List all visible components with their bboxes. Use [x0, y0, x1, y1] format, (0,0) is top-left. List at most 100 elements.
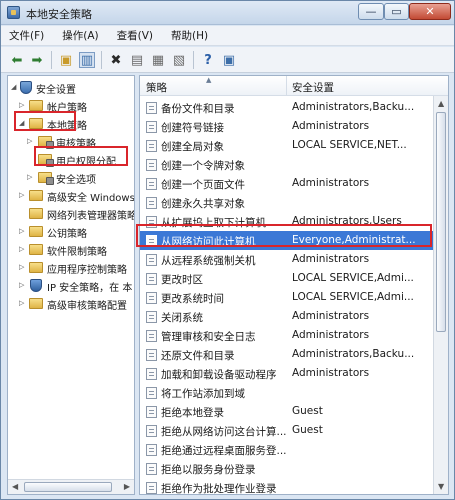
policy-row[interactable]: 关闭系统 Administrators	[140, 307, 448, 326]
ip-security-icon	[30, 279, 42, 292]
scroll-right-arrow-icon[interactable]: ▶	[124, 482, 130, 491]
expand-triangle-icon[interactable]: ▷	[19, 227, 24, 235]
policy-row[interactable]: 更改系统时间 LOCAL SERVICE,Admi...	[140, 288, 448, 307]
policy-row[interactable]: 拒绝以服务身份登录	[140, 459, 448, 478]
collapse-triangle-icon[interactable]: ◢	[11, 83, 16, 91]
scrollbar-thumb[interactable]	[436, 112, 446, 332]
policy-row[interactable]: 拒绝通过远程桌面服务登...	[140, 440, 448, 459]
tree-item-network-list-manager[interactable]: 网络列表管理器策略	[8, 204, 134, 222]
policy-name: 拒绝本地登录	[161, 407, 224, 419]
tree-item-label: 软件限制策略	[47, 247, 107, 258]
delete-icon[interactable]: ✖	[108, 52, 124, 68]
policy-name: 创建全局对象	[161, 141, 224, 153]
policy-row-selected[interactable]: 从网络访问此计算机 Everyone,Administrat...	[140, 231, 448, 250]
column-header-policy[interactable]: 策略	[146, 80, 167, 95]
tree-item-ip-security[interactable]: ▷ IP 安全策略，在 本	[8, 276, 134, 294]
policy-setting: LOCAL SERVICE,Admi...	[292, 272, 414, 284]
column-header-security-setting[interactable]: 安全设置	[292, 80, 334, 95]
title-bar[interactable]: 本地安全策略 — ▭ ✕	[1, 1, 454, 25]
tree-item-audit-policy[interactable]: ▷ 审核策略	[8, 132, 134, 150]
policy-row[interactable]: 从扩展坞上取下计算机 Administrators,Users	[140, 212, 448, 231]
scroll-left-arrow-icon[interactable]: ◀	[12, 482, 18, 491]
up-folder-icon[interactable]: ▣	[58, 52, 74, 68]
back-arrow-icon[interactable]: ⬅	[9, 52, 25, 68]
export-list-icon[interactable]: ▧	[171, 52, 187, 68]
tree-item-security-settings[interactable]: ◢ 安全设置	[8, 78, 134, 96]
policy-row[interactable]: 创建全局对象 LOCAL SERVICE,NET...	[140, 136, 448, 155]
console-icon[interactable]: ▣	[221, 52, 237, 68]
menu-action[interactable]: 操作(A)	[62, 28, 98, 43]
policy-row[interactable]: 管理审核和安全日志 Administrators	[140, 326, 448, 345]
forward-arrow-icon[interactable]: ➡	[29, 52, 45, 68]
expand-triangle-icon[interactable]: ▷	[19, 263, 24, 271]
tree-item-software-restriction[interactable]: ▷ 软件限制策略	[8, 240, 134, 258]
toolbar-separator	[193, 51, 194, 69]
tree-horizontal-scrollbar[interactable]: ◀ ▶	[8, 479, 134, 494]
list-vertical-scrollbar[interactable]: ▲ ▼	[433, 96, 448, 494]
locked-folder-icon	[38, 154, 54, 167]
expand-triangle-icon[interactable]: ▷	[19, 191, 24, 199]
policy-row[interactable]: 拒绝作为批处理作业登录	[140, 478, 448, 494]
policy-row[interactable]: 创建永久共享对象	[140, 193, 448, 212]
policy-icon	[146, 235, 157, 247]
help-icon[interactable]: ?	[200, 52, 216, 68]
policy-name: 更改系统时间	[161, 293, 224, 305]
toolbar: ⬅ ➡ ▣ ▥ ✖ ▤ ▦ ▧ ? ▣	[1, 47, 454, 73]
expand-triangle-icon[interactable]: ▷	[27, 137, 32, 145]
policy-row[interactable]: 创建符号链接 Administrators	[140, 117, 448, 136]
show-tree-icon[interactable]: ▥	[79, 52, 95, 68]
expand-triangle-icon[interactable]: ▷	[19, 281, 24, 289]
policy-name: 创建一个令牌对象	[161, 160, 245, 172]
policy-row[interactable]: 拒绝本地登录 Guest	[140, 402, 448, 421]
expand-triangle-icon[interactable]: ▷	[19, 101, 24, 109]
properties-icon[interactable]: ▤	[129, 52, 145, 68]
tree-item-security-options[interactable]: ▷ 安全选项	[8, 168, 134, 186]
toolbar-separator	[101, 51, 102, 69]
tree-panel: ◢ 安全设置 ▷ 帐户策略 ◢ 本地策略 ▷ 审核策略 用户权限分配 ▷ 安全选…	[7, 75, 135, 495]
policy-icon	[146, 330, 157, 342]
scrollbar-thumb[interactable]	[24, 482, 112, 492]
expand-triangle-icon[interactable]: ▷	[19, 245, 24, 253]
tree-item-label: 高级审核策略配置	[47, 301, 127, 312]
local-security-policy-window: 本地安全策略 — ▭ ✕ 文件(F) 操作(A) 查看(V) 帮助(H) ⬅ ➡…	[0, 0, 455, 500]
policy-row[interactable]: 还原文件和目录 Administrators,Backu...	[140, 345, 448, 364]
maximize-button[interactable]: ▭	[384, 3, 409, 20]
tree-item-account-policy[interactable]: ▷ 帐户策略	[8, 96, 134, 114]
close-button[interactable]: ✕	[409, 3, 451, 20]
column-divider[interactable]	[286, 76, 287, 96]
menu-view[interactable]: 查看(V)	[117, 28, 153, 43]
folder-icon	[29, 208, 43, 219]
menu-help[interactable]: 帮助(H)	[171, 28, 208, 43]
policy-icon	[146, 197, 157, 209]
refresh-icon[interactable]: ▦	[150, 52, 166, 68]
policy-row[interactable]: 从远程系统强制关机 Administrators	[140, 250, 448, 269]
policy-row[interactable]: 更改时区 LOCAL SERVICE,Admi...	[140, 269, 448, 288]
policy-icon	[146, 311, 157, 323]
folder-icon	[29, 262, 43, 273]
menu-file[interactable]: 文件(F)	[9, 28, 44, 43]
policy-row[interactable]: 拒绝从网络访问这台计算... Guest	[140, 421, 448, 440]
tree-item-application-control[interactable]: ▷ 应用程序控制策略	[8, 258, 134, 276]
minimize-button[interactable]: —	[358, 3, 384, 20]
tree-item-advanced-audit[interactable]: ▷ 高级审核策略配置	[8, 294, 134, 312]
collapse-triangle-icon[interactable]: ◢	[19, 119, 24, 127]
tree-item-local-policy[interactable]: ◢ 本地策略	[8, 114, 134, 132]
policy-setting: Administrators,Backu...	[292, 101, 415, 113]
tree-item-windows-firewall[interactable]: ▷ 高级安全 Windows	[8, 186, 134, 204]
policy-row[interactable]: 创建一个令牌对象	[140, 155, 448, 174]
scroll-down-arrow-icon[interactable]: ▼	[438, 482, 444, 491]
policy-name: 拒绝通过远程桌面服务登...	[161, 445, 287, 457]
policy-name: 从远程系统强制关机	[161, 255, 256, 267]
expand-triangle-icon[interactable]: ▷	[27, 173, 32, 181]
policy-row[interactable]: 将工作站添加到域	[140, 383, 448, 402]
policy-row[interactable]: 创建一个页面文件 Administrators	[140, 174, 448, 193]
policy-row[interactable]: 加载和卸载设备驱动程序 Administrators	[140, 364, 448, 383]
expand-triangle-icon[interactable]: ▷	[19, 299, 24, 307]
tree-item-label: 应用程序控制策略	[47, 265, 127, 276]
policy-icon	[146, 444, 157, 456]
folder-icon	[29, 100, 43, 111]
scroll-up-arrow-icon[interactable]: ▲	[438, 99, 444, 108]
tree-item-user-rights-assignment[interactable]: 用户权限分配	[8, 150, 134, 168]
tree-item-public-key-policy[interactable]: ▷ 公钥策略	[8, 222, 134, 240]
policy-row[interactable]: 备份文件和目录 Administrators,Backu...	[140, 98, 448, 117]
